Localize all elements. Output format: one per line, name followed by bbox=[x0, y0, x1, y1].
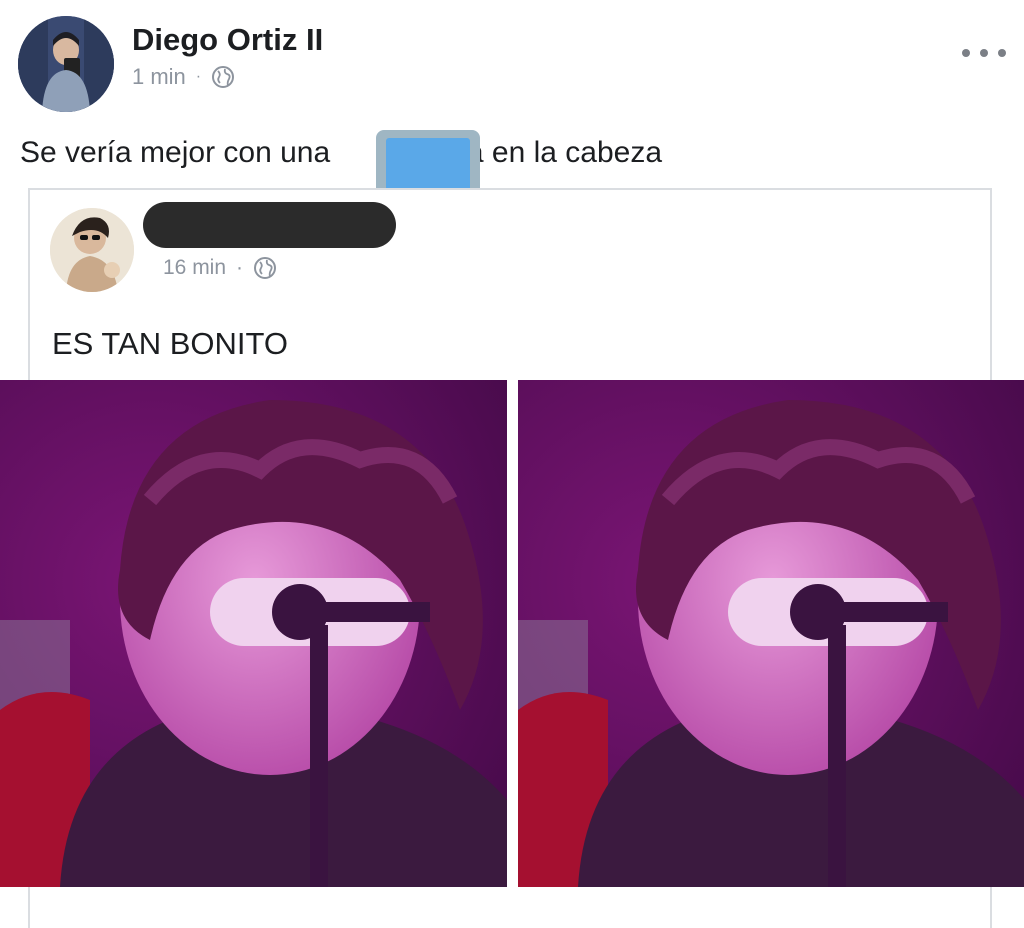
singer-photo bbox=[518, 380, 1024, 887]
post-text-before: Se vería mejor con una bbox=[20, 136, 331, 169]
more-dot bbox=[962, 49, 970, 57]
more-dot bbox=[980, 49, 988, 57]
singer-photo bbox=[0, 380, 507, 887]
shared-post-text: ES TAN BONITO bbox=[52, 326, 288, 361]
shared-author-avatar-image bbox=[50, 208, 134, 292]
author-avatar-image bbox=[18, 16, 114, 112]
post-meta: 1 min · bbox=[132, 64, 235, 90]
post-time[interactable]: 1 min bbox=[132, 64, 186, 90]
globe-icon bbox=[254, 257, 277, 279]
globe-icon bbox=[212, 66, 235, 88]
more-options-icon[interactable] bbox=[962, 38, 1006, 68]
author-avatar[interactable] bbox=[18, 16, 114, 112]
meta-separator: · bbox=[195, 68, 202, 85]
shared-author-avatar[interactable] bbox=[50, 208, 134, 292]
post-text: Se vería mejor con una a en la cabeza bbox=[20, 136, 662, 170]
post-text-after: a en la cabeza bbox=[466, 136, 663, 169]
shared-post-time[interactable]: 16 min bbox=[163, 256, 226, 280]
more-dot bbox=[998, 49, 1006, 57]
author-name[interactable]: Diego Ortiz II bbox=[132, 22, 323, 58]
shared-photo-1[interactable] bbox=[0, 380, 507, 887]
shared-post-meta: 16 min · bbox=[163, 256, 277, 280]
photo-divider bbox=[507, 380, 518, 887]
redacted-author-name bbox=[143, 202, 396, 248]
meta-separator: · bbox=[236, 256, 244, 279]
shared-photo-2[interactable] bbox=[518, 380, 1024, 887]
